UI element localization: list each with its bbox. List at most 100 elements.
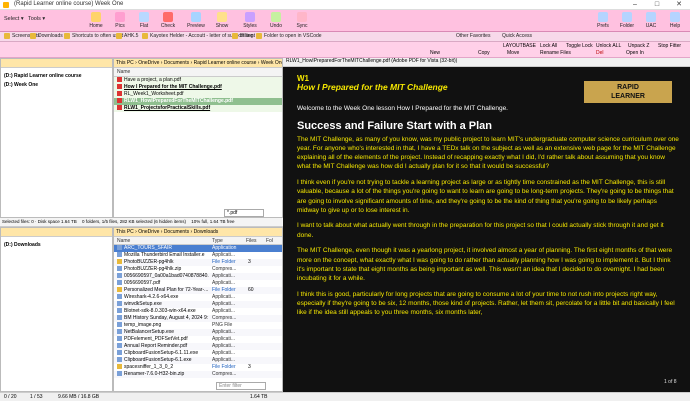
ribbon-button-flat[interactable]: Flat — [132, 11, 156, 31]
pics-icon — [115, 12, 125, 22]
favorite-menu[interactable]: Quick Access — [502, 33, 532, 39]
select-menu[interactable]: Select ▾ — [4, 16, 24, 22]
bottom-filter-input[interactable]: Enter filter — [216, 382, 266, 390]
file-row[interactable]: RL_Week1_Worksheet.pdf — [114, 91, 282, 98]
ribbon-button-sync[interactable]: Sync — [290, 11, 314, 31]
breadcrumb-segment[interactable]: OneDrive — [138, 229, 159, 235]
breadcrumb-segment[interactable]: Documents — [164, 60, 189, 66]
file-row[interactable]: Renamer-7.6.0-H32-bin.zip Compres... — [114, 371, 282, 378]
bottom-file-list: This PC › OneDrive › Documents › Downloa… — [113, 227, 283, 392]
favorite-item[interactable]: Folder to open in VSCode — [256, 33, 322, 39]
column-header-type[interactable]: Type — [212, 238, 223, 244]
file-type: PNG File — [212, 322, 233, 328]
file-row[interactable]: Have a project, a plan.pdf — [114, 77, 282, 84]
file-row[interactable]: RLW1_HowIPreparedForTheMITChallenge.pdf — [114, 98, 282, 105]
close-icon[interactable]: ✕ — [668, 0, 690, 10]
file-row[interactable]: Annual Report Reminder.pdf Applicati... — [114, 343, 282, 350]
unlock-all-button[interactable]: Unlock ALL — [596, 43, 621, 49]
rename-button[interactable]: Rename Files — [540, 50, 571, 56]
file-icon — [117, 350, 122, 356]
breadcrumb-segment[interactable]: Rapid Learner online course — [194, 60, 257, 66]
bottom-breadcrumb[interactable]: This PC › OneDrive › Documents › Downloa… — [114, 228, 282, 237]
ribbon-button-check[interactable]: Check — [156, 11, 180, 31]
ribbon-button-help[interactable]: Help — [664, 11, 686, 31]
ribbon-button-prefs[interactable]: Prefs — [592, 11, 614, 31]
file-row[interactable]: 0056690597.pdf Applicati... — [114, 280, 282, 287]
file-row[interactable]: RLW1_ProjectsforPracticalSkills.pdf — [114, 105, 282, 112]
tree-item-course[interactable]: (D:) Rapid Learner online course — [4, 73, 82, 79]
new-button[interactable]: New — [430, 50, 440, 56]
tools-menu[interactable]: Tools ▾ — [28, 16, 45, 22]
file-row[interactable]: winvdkSetup.exe Applicati... — [114, 301, 282, 308]
maximize-icon[interactable]: □ — [646, 0, 668, 10]
breadcrumb-segment[interactable]: This PC — [116, 60, 134, 66]
breadcrumb-segment[interactable]: This PC — [116, 229, 134, 235]
favorite-menu[interactable]: Other Favorites — [456, 33, 490, 39]
ribbon-button-pics[interactable]: Pics — [108, 11, 132, 31]
top-filter-input[interactable]: *.pdf — [224, 209, 264, 217]
toggle-lock-button[interactable]: Toggle Lock — [566, 43, 593, 49]
file-icon — [117, 357, 122, 363]
ribbon-button-label: Preview — [187, 23, 205, 29]
file-type: File Folder — [212, 364, 236, 370]
move-button[interactable]: Move — [507, 50, 519, 56]
file-row[interactable]: temp_image.png PNG File — [114, 322, 282, 329]
column-header-name[interactable]: Name — [117, 238, 130, 244]
file-row[interactable]: spacesniffer_1_3_0_2 File Folder 3 — [114, 364, 282, 371]
file-row[interactable]: BM History Sunday, August 4, 2024 9: Comp… — [114, 315, 282, 322]
favorite-item[interactable]: AHK.5 — [116, 33, 138, 39]
stop-button[interactable]: Stop Fitter — [658, 43, 681, 49]
breadcrumb-segment[interactable]: Week One — [261, 60, 282, 66]
ribbon-button-show[interactable]: Show — [210, 11, 234, 31]
top-breadcrumb[interactable]: This PC › OneDrive › Documents › Rapid L… — [114, 59, 282, 68]
layout-button[interactable]: LAYOUTBASE — [503, 43, 536, 49]
file-row[interactable]: ClipboardFusionSetup-6.1.exe Applicati... — [114, 357, 282, 364]
top-col-name[interactable]: Name — [114, 68, 282, 77]
file-name: Mozilla Thunderbird Email Installer.e — [124, 252, 205, 258]
file-row[interactable]: PhotoBUZZER-pg4hlk File Folder 3 — [114, 259, 282, 266]
top-status-middle: 0 folders, 1/5 files, 282 KB selected (6… — [81, 219, 187, 224]
file-row[interactable]: Wireshark-4.2.6-x64.exe Applicati... — [114, 294, 282, 301]
delete-button[interactable]: Del — [596, 50, 604, 56]
file-row[interactable]: PDFelement_PDFSetVet.pdf Applicati... — [114, 336, 282, 343]
file-type: Applicati... — [212, 301, 236, 307]
file-name-cell: ClipboardFusionSetup-6.1.11.exe — [117, 350, 210, 356]
open-in-button[interactable]: Open In — [626, 50, 644, 56]
favorite-item[interactable]: Downloads — [30, 33, 63, 39]
minimize-icon[interactable]: – — [624, 0, 646, 10]
file-type: Applicati... — [212, 252, 236, 258]
file-row[interactable]: PhotoBUZZER-pg4hlk.zip Compres... — [114, 266, 282, 273]
file-row[interactable]: Blotnet-sdk-8.0.303-win-x64.exe Applicati… — [114, 308, 282, 315]
favorite-item[interactable]: Billing — [232, 33, 253, 39]
breadcrumb-segment[interactable]: Documents — [164, 229, 189, 235]
pdf-tab[interactable]: RLW1_HowIPreparedForTheMITChallenge.pdf … — [283, 58, 690, 67]
ribbon-button-undo[interactable]: Undo — [264, 11, 288, 31]
breadcrumb-segment[interactable]: OneDrive — [138, 60, 159, 66]
ribbon-button-folder[interactable]: Folder — [616, 11, 638, 31]
file-row[interactable]: Mozilla Thunderbird Email Installer.e App… — [114, 252, 282, 259]
unpack-button[interactable]: Unpack Z — [628, 43, 649, 49]
file-row[interactable]: How I Prepared for the MIT Challenge.pdf — [114, 84, 282, 91]
copy-button[interactable]: Copy — [478, 50, 490, 56]
file-row[interactable]: NetBalancerSetup.exe Applicati... — [114, 329, 282, 336]
file-row[interactable]: Personalized Meal Plan for 72-Year-... Fi… — [114, 287, 282, 294]
column-header-files[interactable]: Files — [246, 238, 257, 244]
file-type: File Folder — [212, 287, 236, 293]
ribbon-button-styles[interactable]: Styles — [238, 11, 262, 31]
tree-item-week-one[interactable]: (D:) Week One — [4, 82, 38, 88]
file-row[interactable]: ClipboardFusionSetup-6.1.11.exe Applicati… — [114, 350, 282, 357]
file-row[interactable]: 0056690597_0a00a1bad0740878840. Applicati… — [114, 273, 282, 280]
tree-item-downloads[interactable]: (D:) Downloads — [4, 242, 41, 248]
uac-icon — [646, 12, 656, 22]
lock-all-button[interactable]: Lock All — [540, 43, 557, 49]
file-name-cell: spacesniffer_1_3_0_2 — [117, 364, 210, 370]
top-status-left: Selected files: 0 · Disk space 1.64 TB — [2, 219, 77, 224]
ribbon-button-uac[interactable]: UAC — [640, 11, 662, 31]
favorite-item[interactable]: Shortcuts to often used — [64, 33, 123, 39]
ribbon-button-home[interactable]: Home — [84, 11, 108, 31]
folder-icon — [117, 364, 122, 370]
ribbon-button-preview[interactable]: Preview — [184, 11, 208, 31]
file-row[interactable]: ARC_TOURS_SFAIR Application — [114, 245, 282, 252]
breadcrumb-segment[interactable]: Downloads — [194, 229, 219, 235]
column-header-fol[interactable]: Fol — [266, 238, 273, 244]
